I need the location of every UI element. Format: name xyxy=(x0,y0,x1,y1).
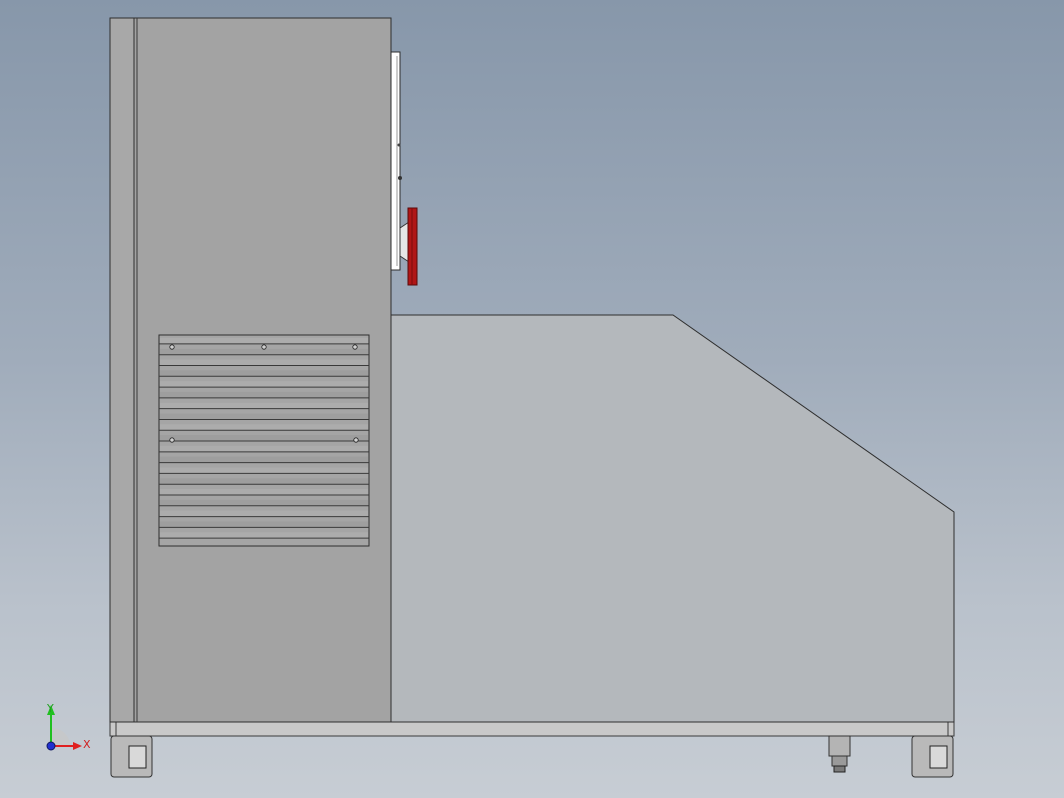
louver-slat xyxy=(160,532,368,539)
louver-slat xyxy=(160,348,368,355)
louver-screw xyxy=(352,344,358,350)
louver-slat xyxy=(160,338,368,344)
louver-screw xyxy=(353,437,359,443)
axis-triad: Y X xyxy=(46,702,91,751)
louver-slat xyxy=(160,413,368,420)
louver-slat xyxy=(160,521,368,528)
louver-screw xyxy=(261,344,267,350)
right-foot xyxy=(911,735,954,778)
louver-slat xyxy=(160,510,368,517)
louver-screw xyxy=(169,344,175,350)
louver-slat xyxy=(160,359,368,366)
y-axis-label: Y xyxy=(46,702,54,715)
louver-slat xyxy=(160,467,368,474)
leveling-caster xyxy=(828,735,851,773)
louver-slat xyxy=(160,456,368,463)
louver-slat xyxy=(160,370,368,377)
louver-slat xyxy=(160,424,368,431)
louver-slat xyxy=(160,435,368,442)
louver-slat xyxy=(160,499,368,506)
base-frame xyxy=(109,721,955,737)
spindle-mount xyxy=(390,51,418,286)
louver-slat xyxy=(160,402,368,409)
louver-slat xyxy=(160,478,368,485)
left-foot xyxy=(110,735,153,778)
x-axis-label: X xyxy=(83,738,91,751)
louver-slat xyxy=(160,445,368,452)
louver-slat xyxy=(160,489,368,495)
louver-screw xyxy=(169,437,175,443)
vent-louver-panel xyxy=(158,334,370,547)
lower-housing xyxy=(390,314,955,723)
cad-viewport[interactable]: Y X xyxy=(0,0,1064,798)
louver-slat xyxy=(160,391,368,398)
louver-slat xyxy=(160,381,368,388)
